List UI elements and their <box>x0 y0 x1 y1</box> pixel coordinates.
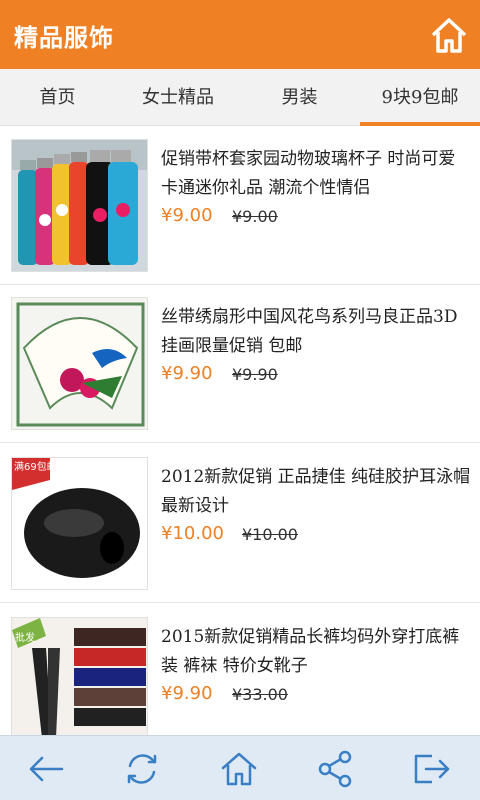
product-price: ¥9.90 <box>161 683 213 704</box>
product-name[interactable]: 丝带绣扇形中国风花鸟系列马良正品3D挂画限量促销 包邮 <box>161 303 471 361</box>
product-name[interactable]: 促销带杯套家园动物玻璃杯子 时尚可爱卡通迷你礼品 潮流个性情侣 <box>161 145 471 203</box>
app-title: 精品服饰 <box>14 23 114 52</box>
product-price: ¥9.00 <box>161 205 213 226</box>
bottom-toolbar <box>0 735 480 800</box>
product-image-swim-cap: 满69包邮 <box>11 457 148 590</box>
product-item[interactable]: 丝带绣扇形中国风花鸟系列马良正品3D挂画限量促销 包邮 ¥9.90 ¥9.90 <box>0 285 480 443</box>
product-item[interactable]: 促销带杯套家园动物玻璃杯子 时尚可爱卡通迷你礼品 潮流个性情侣 ¥9.00 ¥9… <box>0 127 480 285</box>
product-image-bottles <box>11 139 148 272</box>
refresh-icon[interactable] <box>122 750 162 788</box>
product-original-price: ¥33.00 <box>232 685 288 704</box>
app-header: 精品服饰 <box>0 0 480 69</box>
product-name[interactable]: 2015新款促销精品长裤均码外穿打底裤 装 裤袜 特价女靴子 <box>161 623 471 681</box>
product-item[interactable]: 满69包邮 2012新款促销 正品捷佳 纯硅胶护耳泳帽 最新设计 ¥10.00 … <box>0 445 480 603</box>
category-tabs: 首页 女士精品 男装 9块9包邮 <box>0 69 480 126</box>
tab-home[interactable]: 首页 <box>0 69 115 126</box>
product-original-price: ¥9.90 <box>232 365 278 384</box>
tab-womens[interactable]: 女士精品 <box>118 69 238 126</box>
share-icon[interactable] <box>316 750 356 788</box>
back-arrow-icon[interactable] <box>26 750 66 788</box>
active-tab-indicator <box>360 122 480 126</box>
product-price: ¥9.90 <box>161 363 213 384</box>
tab-9-9-free-shipping[interactable]: 9块9包邮 <box>360 69 480 126</box>
product-image-fan-painting <box>11 297 148 430</box>
tab-mens[interactable]: 男装 <box>242 69 357 126</box>
badge-text: 批发 <box>15 631 35 644</box>
product-original-price: ¥9.00 <box>232 207 278 226</box>
product-original-price: ¥10.00 <box>242 525 298 544</box>
exit-icon[interactable] <box>412 750 452 788</box>
product-name[interactable]: 2012新款促销 正品捷佳 纯硅胶护耳泳帽 最新设计 <box>161 463 471 521</box>
home-icon[interactable] <box>219 750 259 788</box>
home-icon[interactable] <box>430 16 468 54</box>
badge-text: 满69包邮 <box>14 460 57 473</box>
product-price: ¥10.00 <box>161 523 224 544</box>
product-image-leggings: 批发 <box>11 617 148 737</box>
